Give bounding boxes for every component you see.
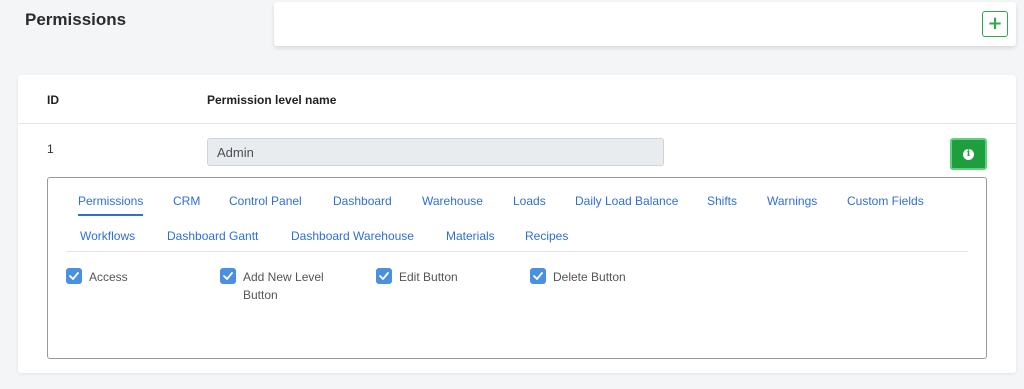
tab-dashboard-gantt[interactable]: Dashboard Gantt (167, 229, 258, 249)
info-button[interactable]: i (950, 138, 987, 170)
tab-warnings[interactable]: Warnings (767, 194, 817, 214)
tab-control-panel[interactable]: Control Panel (229, 194, 302, 214)
permissions-table-card: ID Permission level name 1 i Permissions… (18, 75, 1016, 373)
checkbox-label: Add New Level Button (243, 270, 324, 302)
add-permission-button[interactable]: + (982, 11, 1008, 37)
row-id: 1 (47, 142, 54, 156)
tab-permissions[interactable]: Permissions (78, 194, 144, 216)
permissions-panel: Permissions CRM Control Panel Dashboard … (47, 177, 987, 359)
checkbox-edit-button[interactable]: Edit Button (376, 268, 458, 286)
tab-workflows[interactable]: Workflows (80, 229, 135, 249)
tab-crm[interactable]: CRM (173, 194, 200, 214)
tab-loads[interactable]: Loads (513, 194, 546, 214)
checkbox-label: Delete Button (553, 270, 626, 284)
tab-recipes[interactable]: Recipes (525, 229, 568, 249)
tab-warehouse[interactable]: Warehouse (422, 194, 483, 214)
checkbox-access[interactable]: Access (66, 268, 128, 286)
checkmark-icon (66, 268, 82, 284)
checkbox-label: Edit Button (399, 270, 458, 284)
checkmark-icon (220, 268, 236, 284)
checkmark-icon (376, 268, 392, 284)
header-divider (18, 123, 1016, 124)
tab-daily-load-balance[interactable]: Daily Load Balance (575, 194, 678, 214)
tabs-divider (66, 251, 968, 252)
checkbox-delete-button[interactable]: Delete Button (530, 268, 626, 286)
checkmark-icon (530, 268, 546, 284)
tab-dashboard[interactable]: Dashboard (333, 194, 392, 214)
plus-icon: + (987, 13, 1003, 34)
column-header-name: Permission level name (207, 93, 337, 107)
page-title: Permissions (25, 10, 127, 29)
tab-custom-fields[interactable]: Custom Fields (847, 194, 924, 214)
permission-name-input[interactable] (207, 138, 664, 166)
tab-materials[interactable]: Materials (446, 229, 495, 249)
toolbar-card: + (274, 2, 1016, 46)
checkbox-add-new-level[interactable]: Add New Level Button (220, 268, 333, 304)
tab-shifts[interactable]: Shifts (707, 194, 737, 214)
tab-dashboard-warehouse[interactable]: Dashboard Warehouse (291, 229, 414, 249)
column-header-id: ID (47, 93, 59, 107)
checkbox-label: Access (89, 270, 128, 284)
info-icon: i (963, 148, 974, 160)
